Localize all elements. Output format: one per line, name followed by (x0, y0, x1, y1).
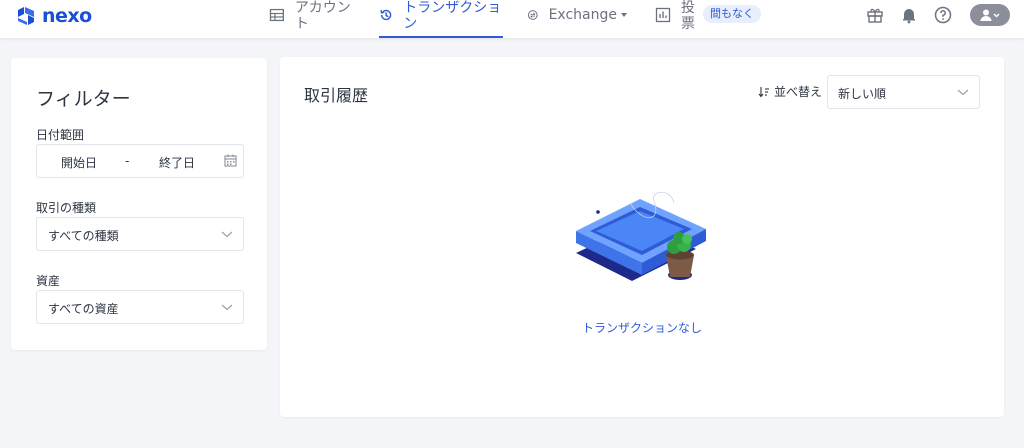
asset-value: すべての資産 (48, 302, 119, 316)
sort-select[interactable]: 新しい順 (827, 75, 980, 109)
sort-control[interactable]: 並べ替え (758, 83, 822, 100)
asset-label: 資産 (36, 274, 61, 288)
chevron-down-icon (221, 231, 233, 238)
gift-icon[interactable] (866, 6, 884, 24)
sort-icon (758, 86, 769, 97)
sort-label: 並べ替え (774, 85, 823, 99)
history-icon (380, 9, 392, 21)
filter-title: フィルター (36, 88, 131, 110)
nexo-logo[interactable]: nexo (16, 5, 92, 27)
exchange-icon (527, 10, 538, 20)
filter-panel: フィルター 日付範囲 開始日 - 終了日 取引の種類 すべての種類 資産 すべて… (11, 58, 267, 350)
user-icon (980, 9, 1000, 21)
history-title: 取引履歴 (304, 86, 369, 105)
chart-icon (655, 7, 671, 23)
bell-icon[interactable] (900, 6, 918, 24)
brand-name: nexo (42, 5, 92, 27)
asset-select[interactable]: すべての資産 (36, 290, 244, 324)
start-date-field[interactable]: 開始日 (61, 154, 97, 171)
help-icon[interactable] (934, 6, 952, 24)
date-range-picker[interactable]: 開始日 - 終了日 (36, 144, 244, 178)
nav-exchange-label: Exchange (548, 7, 617, 23)
nav-exchange[interactable]: Exchange (527, 0, 627, 38)
top-navigation-bar: nexo アカウント トランザクション Exchange 投票 間もなく (0, 0, 1024, 38)
nav-vote[interactable]: 投票 間もなく (655, 0, 765, 38)
calendar-icon (224, 154, 237, 167)
end-date-field[interactable]: 終了日 (159, 154, 195, 171)
sort-value: 新しい順 (838, 87, 887, 101)
nav-transactions-label: トランザクション (403, 0, 502, 32)
transaction-type-label: 取引の種類 (36, 201, 97, 215)
empty-tray-illustration (576, 191, 706, 281)
date-separator: - (125, 154, 130, 168)
nav-account[interactable]: アカウント (269, 0, 364, 38)
empty-state-message: トランザクションなし (581, 321, 702, 335)
nav-account-label: アカウント (294, 0, 351, 32)
nav-vote-label: 投票 (681, 0, 695, 32)
coming-soon-badge: 間もなく (703, 5, 761, 23)
user-menu-button[interactable] (970, 4, 1010, 26)
chevron-down-icon (621, 13, 627, 17)
chevron-down-icon (221, 304, 233, 311)
table-icon (269, 8, 284, 22)
chevron-down-icon (957, 89, 969, 96)
nav-transactions[interactable]: トランザクション (379, 0, 503, 38)
date-range-label: 日付範囲 (36, 128, 85, 142)
transaction-history-panel: 取引履歴 並べ替え 新しい順 トランザクションなし (280, 57, 1004, 417)
nexo-logo-icon (18, 7, 34, 25)
transaction-type-value: すべての種類 (48, 229, 119, 243)
transaction-type-select[interactable]: すべての種類 (36, 217, 244, 251)
